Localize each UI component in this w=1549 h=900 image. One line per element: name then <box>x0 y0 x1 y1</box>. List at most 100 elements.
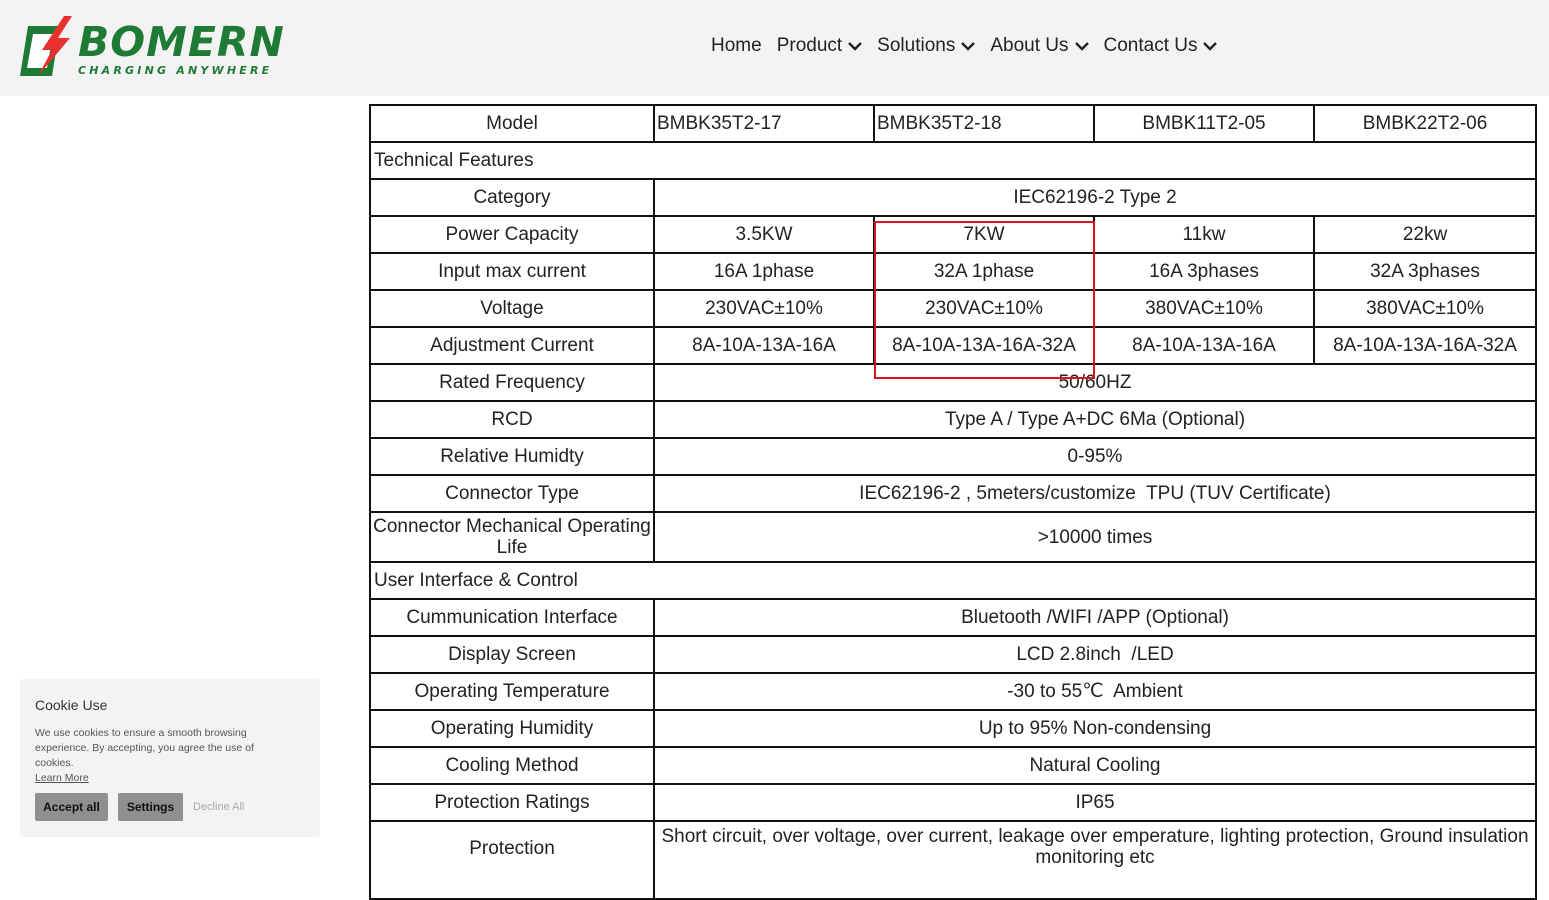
nav-about-us-label: About Us <box>990 35 1069 56</box>
row-value: >10000 times <box>653 511 1537 563</box>
row-value: 8A-10A-13A-16A-32A <box>1313 326 1537 365</box>
row-label: Protection Ratings <box>369 783 655 822</box>
row-value: IEC62196-2 , 5meters/customize TPU (TUV … <box>653 474 1537 513</box>
table-row: Connector Mechanical Operating Life >100… <box>369 511 1537 563</box>
table-row: Rated Frequency 50/60HZ <box>369 363 1537 402</box>
row-label: RCD <box>369 400 655 439</box>
logo-tagline: CHARGING ANYWHERE <box>78 64 273 77</box>
row-value: 16A 3phases <box>1093 252 1315 291</box>
settings-button[interactable]: Settings <box>118 793 183 821</box>
row-label: Operating Humidity <box>369 709 655 748</box>
row-value: -30 to 55℃ Ambient <box>653 672 1537 711</box>
row-value: 230VAC±10% <box>653 289 875 328</box>
row-value: 230VAC±10% <box>873 289 1095 328</box>
section-header-row: User Interface & Control <box>369 561 1537 600</box>
chevron-down-icon <box>1074 42 1089 51</box>
row-value: 11kw <box>1093 215 1315 254</box>
row-value: Bluetooth /WIFI /APP (Optional) <box>653 598 1537 637</box>
table-row: Input max current 16A 1phase 32A 1phase … <box>369 252 1537 291</box>
row-label: Input max current <box>369 252 655 291</box>
cookie-message: We use cookies to ensure a smooth browsi… <box>35 726 290 786</box>
cookie-title: Cookie Use <box>35 697 108 713</box>
main-nav: Home Product Solutions About Us Contact … <box>711 33 1232 59</box>
nav-product-label: Product <box>776 35 843 56</box>
table-row: Category IEC62196-2 Type 2 <box>369 178 1537 217</box>
chevron-down-icon <box>1203 42 1218 51</box>
model-cell: BMBK22T2-06 <box>1313 104 1537 143</box>
row-value: LCD 2.8inch /LED <box>653 635 1537 674</box>
row-value: IEC62196-2 Type 2 <box>653 178 1537 217</box>
table-row-model: Model BMBK35T2-17 BMBK35T2-18 BMBK11T2-0… <box>369 104 1537 143</box>
table-row: Operating Temperature -30 to 55℃ Ambient <box>369 672 1537 711</box>
row-label: Model <box>369 104 655 143</box>
row-value: 380VAC±10% <box>1093 289 1315 328</box>
row-label: Power Capacity <box>369 215 655 254</box>
row-value: 32A 3phases <box>1313 252 1537 291</box>
nav-about-us[interactable]: About Us <box>990 35 1089 57</box>
nav-product[interactable]: Product <box>776 35 863 57</box>
nav-solutions[interactable]: Solutions <box>877 35 976 57</box>
cookie-banner: Cookie Use We use cookies to ensure a sm… <box>20 679 320 837</box>
row-value: Short circuit, over voltage, over curren… <box>653 820 1537 900</box>
row-value: 380VAC±10% <box>1313 289 1537 328</box>
row-value: 22kw <box>1313 215 1537 254</box>
table-row: Cummunication Interface Bluetooth /WIFI … <box>369 598 1537 637</box>
nav-home-label: Home <box>711 35 762 56</box>
row-value: 8A-10A-13A-16A-32A <box>873 326 1095 365</box>
table-row: Protection Short circuit, over voltage, … <box>369 820 1537 900</box>
model-cell: BMBK35T2-18 <box>873 104 1095 143</box>
table-row: Adjustment Current 8A-10A-13A-16A 8A-10A… <box>369 326 1537 365</box>
row-label: Relative Humidty <box>369 437 655 476</box>
row-label: Rated Frequency <box>369 363 655 402</box>
section-technical-features: Technical Features <box>369 141 1537 180</box>
row-value: Type A / Type A+DC 6Ma (Optional) <box>653 400 1537 439</box>
nav-contact-us[interactable]: Contact Us <box>1104 35 1218 57</box>
row-label: Cummunication Interface <box>369 598 655 637</box>
logo-bolt-icon <box>20 16 72 76</box>
row-label: Protection <box>369 820 655 900</box>
logo-wordmark: BOMERN <box>78 18 285 66</box>
table-row: Connector Type IEC62196-2 , 5meters/cust… <box>369 474 1537 513</box>
table-row: Operating Humidity Up to 95% Non-condens… <box>369 709 1537 748</box>
chevron-down-icon <box>848 42 863 51</box>
row-value: Natural Cooling <box>653 746 1537 785</box>
row-value: 8A-10A-13A-16A <box>653 326 875 365</box>
spec-table: Model BMBK35T2-17 BMBK35T2-18 BMBK11T2-0… <box>369 104 1537 900</box>
model-cell: BMBK35T2-17 <box>653 104 875 143</box>
row-value: 7KW <box>873 215 1095 254</box>
model-cell: BMBK11T2-05 <box>1093 104 1315 143</box>
section-user-interface: User Interface & Control <box>369 561 1537 600</box>
row-label: Category <box>369 178 655 217</box>
row-value: Up to 95% Non-condensing <box>653 709 1537 748</box>
table-row: Protection Ratings IP65 <box>369 783 1537 822</box>
row-label: Connector Type <box>369 474 655 513</box>
row-label: Adjustment Current <box>369 326 655 365</box>
table-row: Power Capacity 3.5KW 7KW 11kw 22kw <box>369 215 1537 254</box>
row-label: Display Screen <box>369 635 655 674</box>
row-value: 50/60HZ <box>653 363 1537 402</box>
chevron-down-icon <box>961 42 976 51</box>
table-row: Voltage 230VAC±10% 230VAC±10% 380VAC±10%… <box>369 289 1537 328</box>
row-value: 0-95% <box>653 437 1537 476</box>
bomern-logo[interactable]: BOMERN CHARGING ANYWHERE <box>20 16 284 80</box>
table-row: Relative Humidty 0-95% <box>369 437 1537 476</box>
row-value: IP65 <box>653 783 1537 822</box>
row-label: Connector Mechanical Operating Life <box>369 511 655 563</box>
row-label: Operating Temperature <box>369 672 655 711</box>
row-value: 32A 1phase <box>873 252 1095 291</box>
section-header-row: Technical Features <box>369 141 1537 180</box>
accept-all-button[interactable]: Accept all <box>35 793 108 821</box>
nav-contact-us-label: Contact Us <box>1103 35 1198 56</box>
row-value: 16A 1phase <box>653 252 875 291</box>
row-label: Voltage <box>369 289 655 328</box>
cookie-message-text: We use cookies to ensure a smooth browsi… <box>35 727 254 769</box>
nav-solutions-label: Solutions <box>877 35 956 56</box>
table-row: Display Screen LCD 2.8inch /LED <box>369 635 1537 674</box>
table-row: Cooling Method Natural Cooling <box>369 746 1537 785</box>
cookie-learn-more-link[interactable]: Learn More <box>35 771 290 786</box>
decline-all-button[interactable]: Decline All <box>193 793 244 821</box>
nav-home[interactable]: Home <box>711 35 762 57</box>
site-header: BOMERN CHARGING ANYWHERE Home Product So… <box>0 0 1549 96</box>
row-value: 8A-10A-13A-16A <box>1093 326 1315 365</box>
row-label: Cooling Method <box>369 746 655 785</box>
